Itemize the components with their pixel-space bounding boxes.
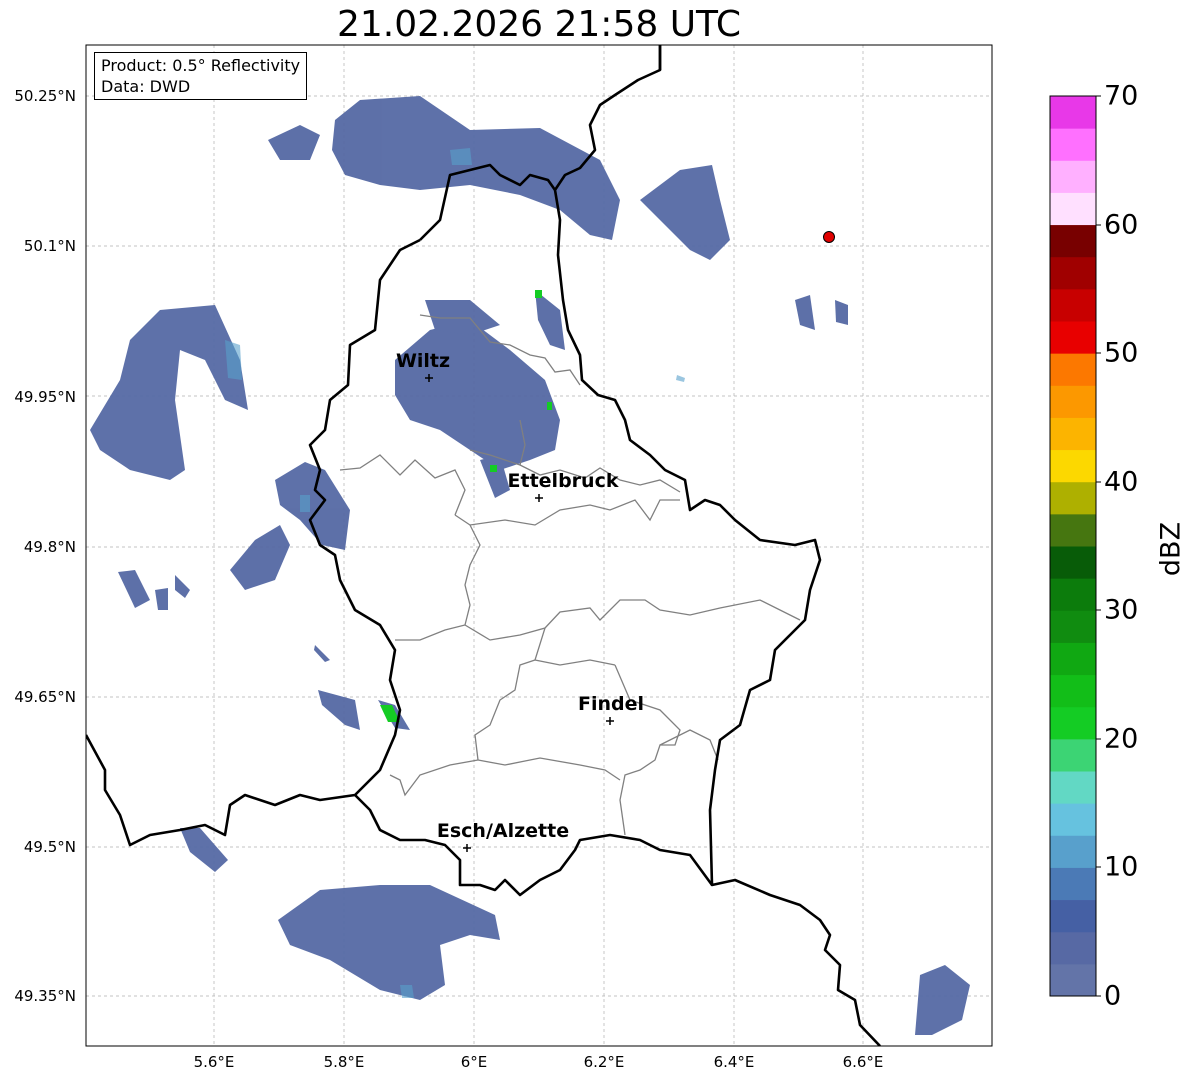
colorbar-band [1050,481,1096,515]
colorbar-band [1050,610,1096,643]
colorbar-tick-label: 50 [1104,337,1139,369]
lat-tick-label: 49.65°N [14,688,76,706]
colorbar-band [1050,706,1096,740]
info-box: Product: 0.5° Reflectivity Data: DWD [94,52,308,100]
lat-tick-label: 49.8°N [23,538,76,556]
colorbar-ticks [1096,95,1101,997]
colorbar-band [1050,385,1096,418]
colorbar-tick-label: 0 [1104,980,1122,1012]
colorbar-band [1050,288,1096,322]
lat-tick-label: 49.95°N [14,388,76,406]
city-label-wiltz: Wiltz [395,350,451,372]
radar-echoes-light [225,148,685,998]
map-canvas[interactable] [0,0,1184,1081]
colorbar-band [1050,321,1096,354]
colorbar [1050,96,1096,997]
colorbar-band [1050,417,1096,451]
colorbar-tick-label: 30 [1104,594,1139,626]
lon-tick-label: 5.6°E [193,1053,235,1071]
lon-tick-label: 6.6°E [842,1053,884,1071]
colorbar-tick-label: 60 [1104,209,1139,241]
colorbar-title: dBZ [1155,521,1184,577]
lon-tick-label: 5.8°E [323,1053,365,1071]
lat-tick-label: 50.1°N [23,237,76,255]
colorbar-band [1050,546,1096,579]
radar-site-marker[interactable] [823,231,835,243]
colorbar-band [1050,256,1096,290]
colorbar-band [1050,931,1096,965]
city-label-esch: Esch/Alzette [436,820,570,842]
colorbar-tick-label: 20 [1104,723,1139,755]
colorbar-band [1050,513,1096,547]
lat-tick-label: 50.25°N [14,87,76,105]
colorbar-band [1050,96,1096,129]
lat-tick-label: 49.35°N [14,987,76,1005]
city-label-findel: Findel [577,693,645,715]
lon-tick-label: 6°E [460,1053,488,1071]
colorbar-band [1050,224,1096,258]
data-source-label: Data: DWD [101,77,191,96]
colorbar-band [1050,963,1096,997]
colorbar-tick-label: 70 [1104,80,1139,112]
country-borders [86,45,881,1046]
colorbar-band [1050,642,1096,676]
lon-tick-label: 6.2°E [583,1053,625,1071]
colorbar-band [1050,353,1096,386]
colorbar-tick-label: 10 [1104,851,1139,883]
colorbar-band [1050,835,1096,868]
lon-tick-label: 6.4°E [713,1053,755,1071]
colorbar-band [1050,738,1096,772]
colorbar-band [1050,128,1096,161]
product-label: Product: 0.5° Reflectivity [101,56,301,75]
radar-echoes [90,96,970,1035]
colorbar-band [1050,803,1096,836]
colorbar-band [1050,192,1096,226]
colorbar-band [1050,899,1096,933]
colorbar-band [1050,867,1096,901]
colorbar-tick-label: 40 [1104,466,1139,498]
colorbar-band [1050,771,1096,804]
city-label-ettelbruck: Ettelbruck [507,470,619,492]
colorbar-band [1050,160,1096,193]
colorbar-band [1050,449,1096,483]
colorbar-band [1050,674,1096,708]
lat-tick-label: 49.5°N [23,838,76,856]
colorbar-band [1050,578,1096,611]
